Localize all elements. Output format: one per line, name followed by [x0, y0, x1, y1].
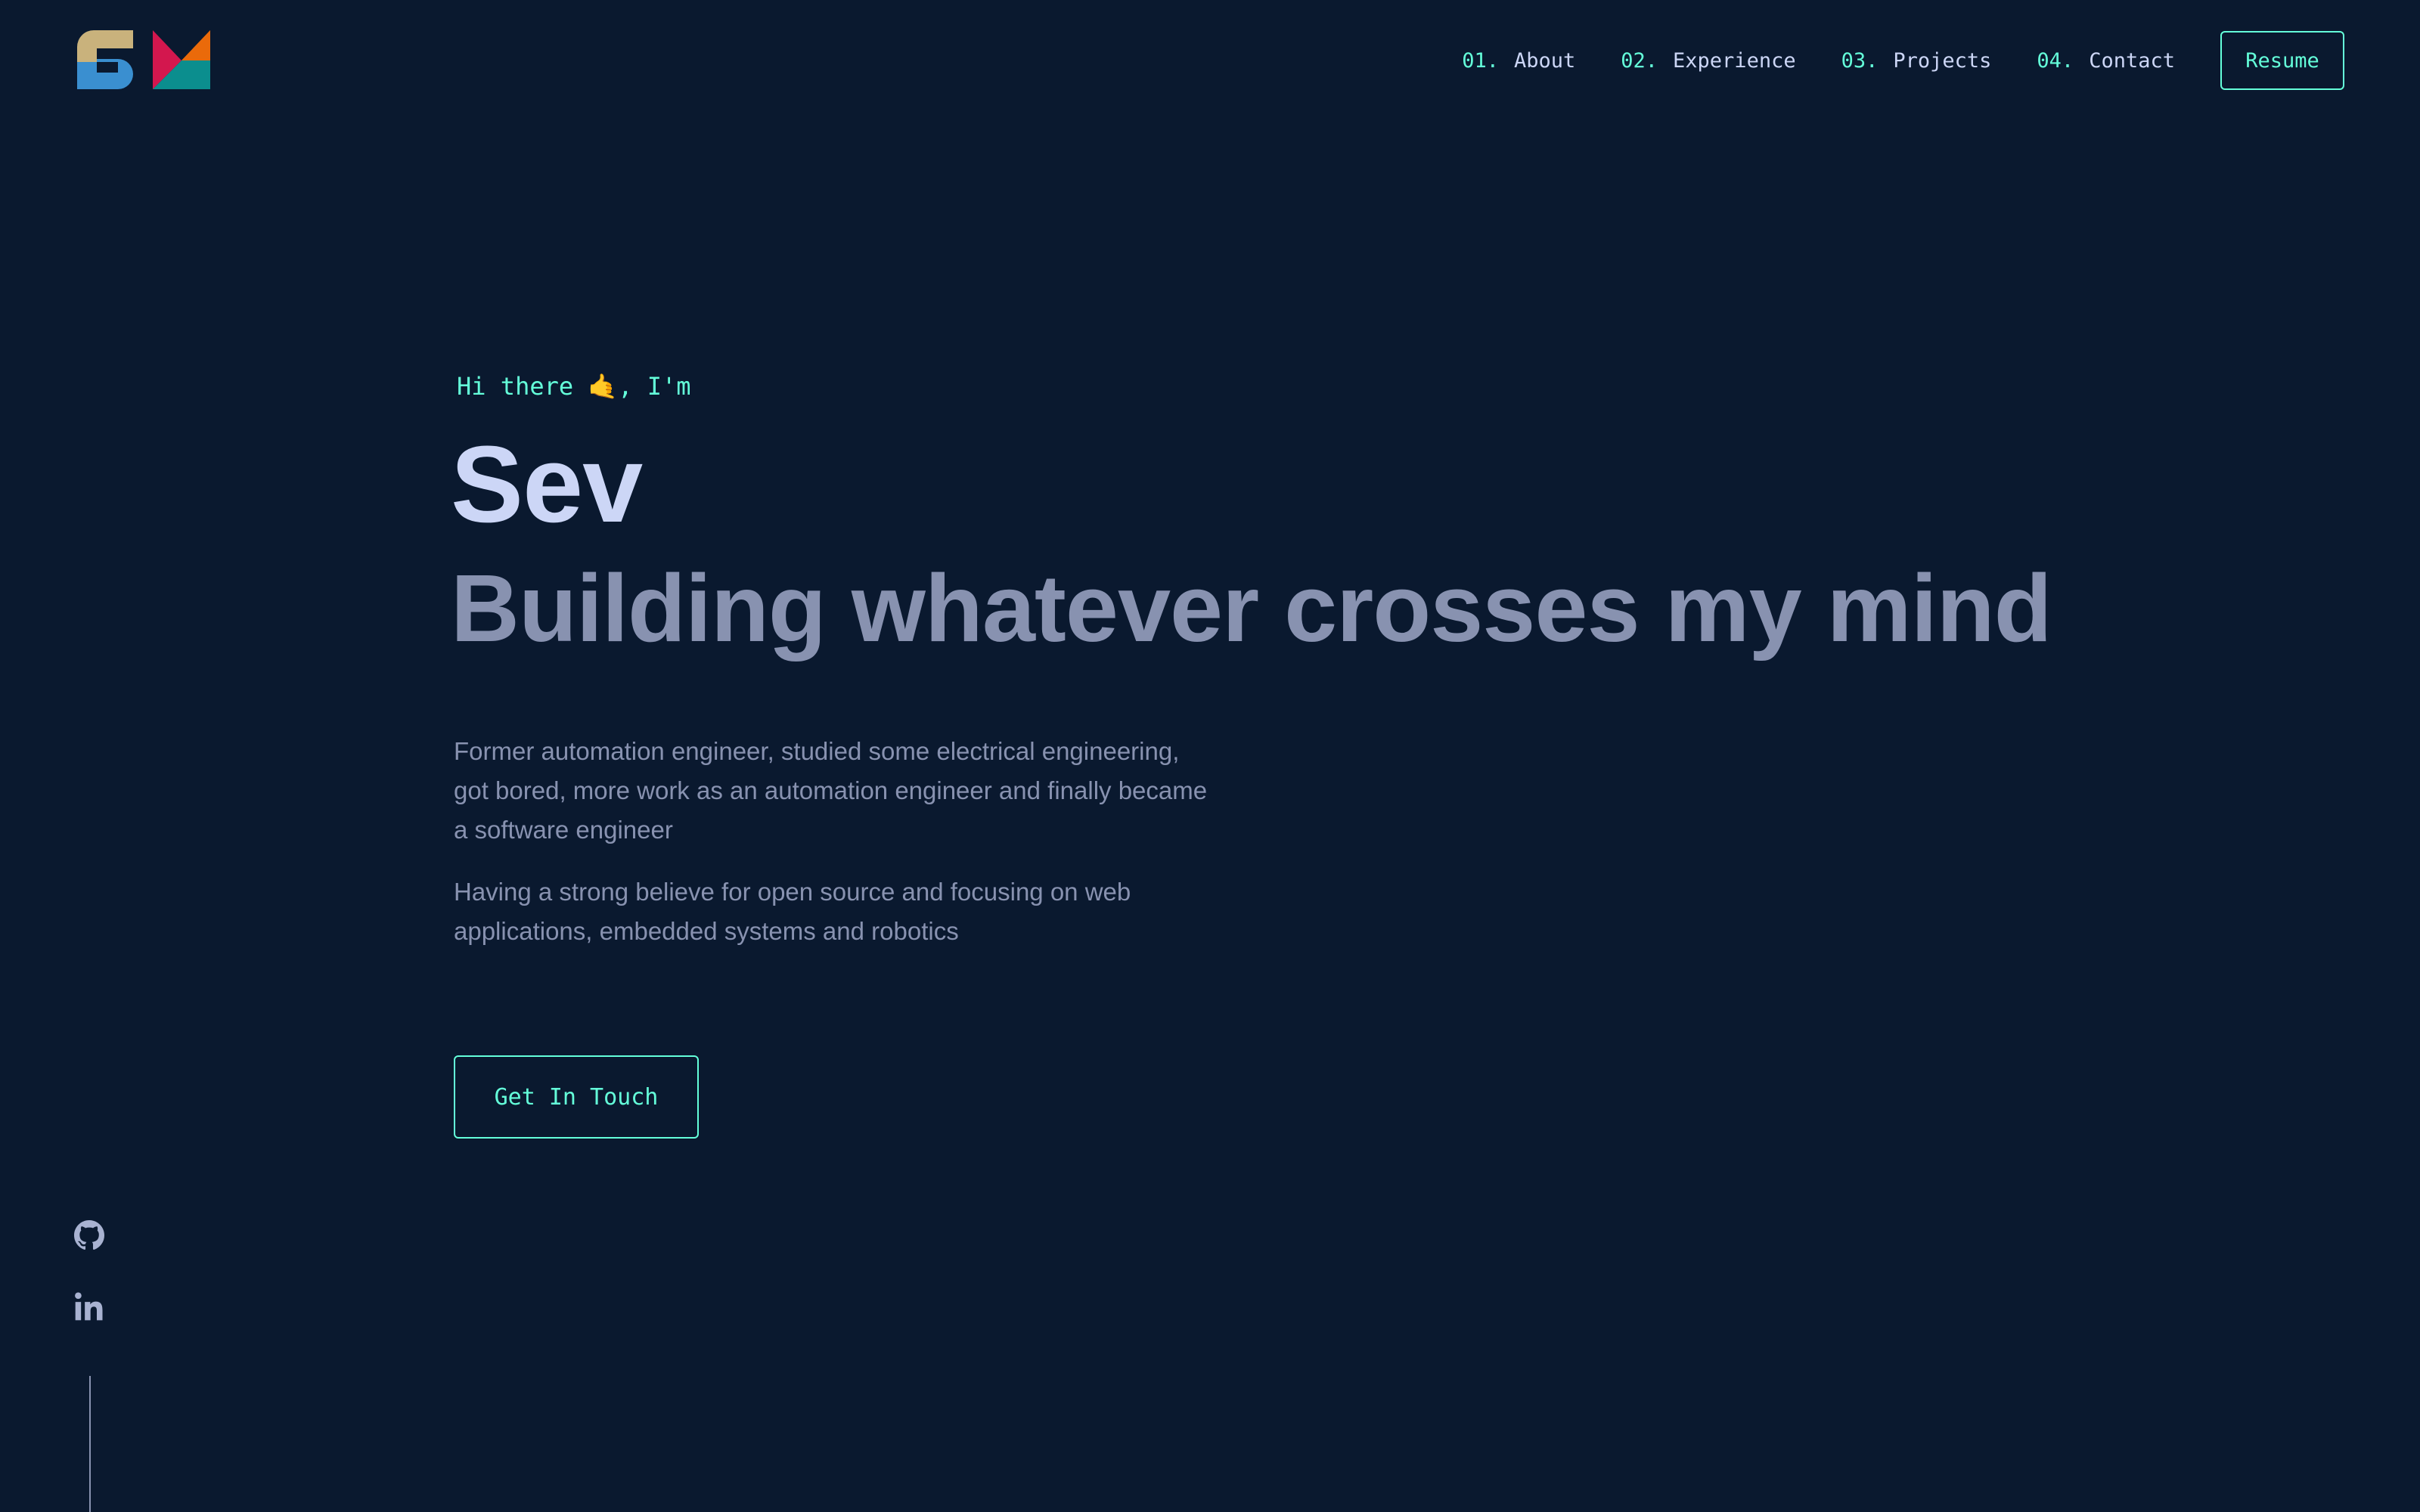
hero-bio: Former automation engineer, studied some…	[454, 732, 1210, 974]
nav-item-projects[interactable]: 03. Projects	[1841, 49, 1992, 73]
social-links	[74, 1220, 107, 1362]
nav-number: 04.	[2037, 48, 2074, 73]
greeting-suffix: , I'm	[618, 372, 691, 401]
bio-paragraph: Former automation engineer, studied some…	[454, 737, 1208, 844]
nav-label: Experience	[1673, 48, 1796, 73]
linkedin-icon	[75, 1292, 103, 1321]
nav-number: 01.	[1462, 48, 1499, 73]
hero-tagline: Building whatever crosses my mind	[451, 555, 2052, 662]
nav-label: Projects	[1893, 48, 1992, 73]
nav-item-experience[interactable]: 02. Experience	[1621, 49, 1795, 73]
resume-button[interactable]: Resume	[2220, 31, 2344, 90]
hero-greeting: Hi there 🤙, I'm	[457, 367, 691, 405]
call-me-hand-icon: 🤙	[588, 372, 619, 401]
greeting-prefix: Hi there	[457, 372, 574, 401]
nav-number: 03.	[1841, 48, 1879, 73]
github-icon	[74, 1220, 104, 1250]
nav-label: About	[1513, 48, 1576, 73]
nav-label: Contact	[2089, 48, 2175, 73]
github-link[interactable]	[74, 1220, 106, 1252]
bio-paragraph: Having a strong believe for open source …	[454, 878, 1131, 945]
linkedin-link[interactable]	[74, 1291, 106, 1323]
hero-name: Sev	[451, 423, 643, 545]
nav-number: 02.	[1621, 48, 1658, 73]
get-in-touch-button[interactable]: Get In Touch	[454, 1055, 699, 1139]
nav-item-contact[interactable]: 04. Contact	[2037, 49, 2175, 73]
main-nav: 01. About 02. Experience 03. Projects 04…	[1462, 30, 2344, 91]
site-logo[interactable]	[74, 29, 213, 92]
social-divider-line	[89, 1376, 91, 1512]
nav-item-about[interactable]: 01. About	[1462, 49, 1575, 73]
